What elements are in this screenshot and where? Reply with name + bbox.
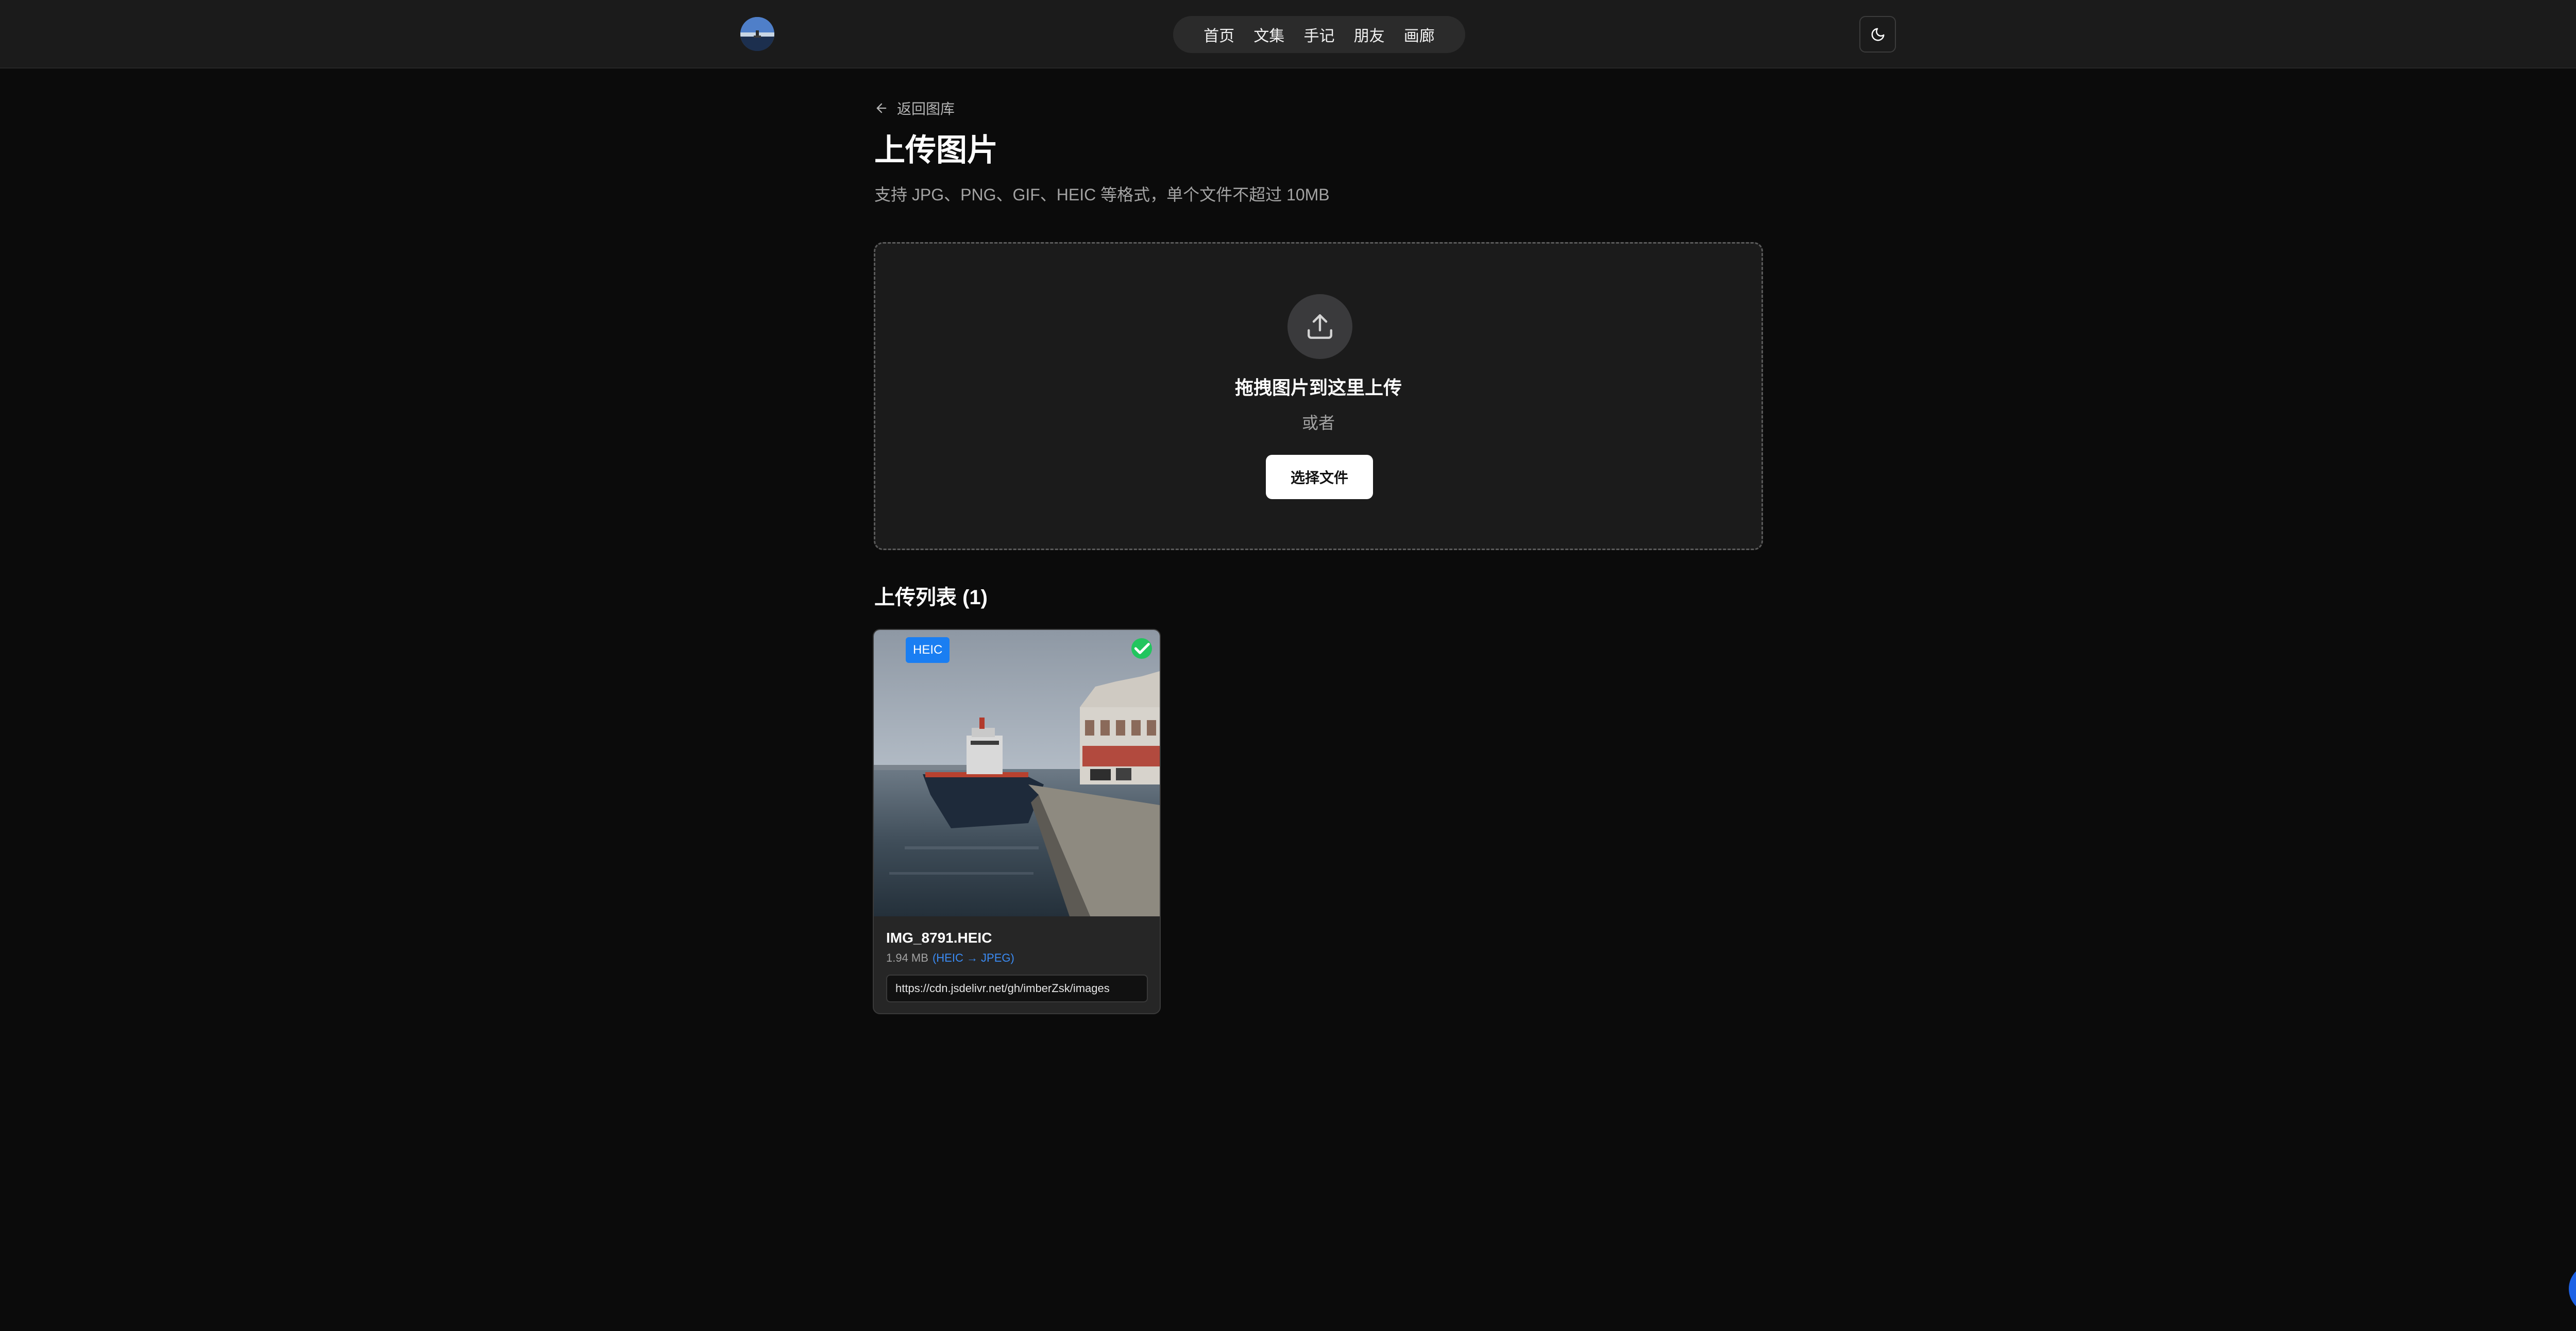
upload-icon-circle xyxy=(1287,294,1352,359)
image-url-field[interactable] xyxy=(886,975,1148,1002)
main-nav: 首页 文集 手记 朋友 画廊 xyxy=(1173,16,1465,53)
avatar[interactable] xyxy=(740,17,774,51)
nav-notes[interactable]: 手记 xyxy=(1303,23,1334,46)
back-link-label: 返回图库 xyxy=(897,101,955,117)
file-conversion: (HEIC → JPEG) xyxy=(932,951,1014,964)
theme-toggle-button[interactable] xyxy=(1859,16,1896,53)
nav-home[interactable]: 首页 xyxy=(1204,23,1234,46)
file-meta: 1.94 MB (HEIC → JPEG) xyxy=(886,952,1014,964)
top-header: 首页 文集 手记 朋友 画廊 xyxy=(0,0,2576,69)
upload-success-badge xyxy=(1131,638,1152,659)
uploaded-image-thumbnail[interactable]: HEIC xyxy=(874,630,1160,916)
upload-list-title: 上传列表 (1) xyxy=(874,586,988,609)
avatar-icon xyxy=(740,17,774,51)
back-to-gallery-link[interactable]: 返回图库 xyxy=(874,98,955,118)
check-icon xyxy=(1134,643,1150,654)
dropzone-or-text: 或者 xyxy=(1301,414,1335,432)
upload-icon xyxy=(1308,314,1332,339)
file-name: IMG_8791.HEIC xyxy=(886,930,992,946)
format-badge: HEIC xyxy=(906,637,950,663)
nav-articles[interactable]: 文集 xyxy=(1253,23,1284,46)
select-file-button[interactable]: 选择文件 xyxy=(1266,455,1373,499)
nav-friends[interactable]: 朋友 xyxy=(1354,23,1385,46)
dropzone-title: 拖拽图片到这里上传 xyxy=(1234,377,1402,398)
moon-icon xyxy=(1871,28,1884,41)
page-subtitle: 支持 JPG、PNG、GIF、HEIC 等格式，单个文件不超过 10MB xyxy=(874,185,1330,204)
harbor-photo xyxy=(874,630,1160,916)
page-title: 上传图片 xyxy=(874,133,998,167)
nav-gallery[interactable]: 画廊 xyxy=(1404,23,1435,46)
upload-dropzone[interactable]: 拖拽图片到这里上传 或者 选择文件 xyxy=(874,242,1763,550)
file-size: 1.94 MB xyxy=(886,951,928,964)
chat-button[interactable] xyxy=(2569,1264,2576,1313)
arrow-left-icon xyxy=(876,103,887,113)
upload-card[interactable]: HEIC IMG_8791.HEIC 1.94 MB (HEIC → JPEG) xyxy=(873,629,1161,1014)
